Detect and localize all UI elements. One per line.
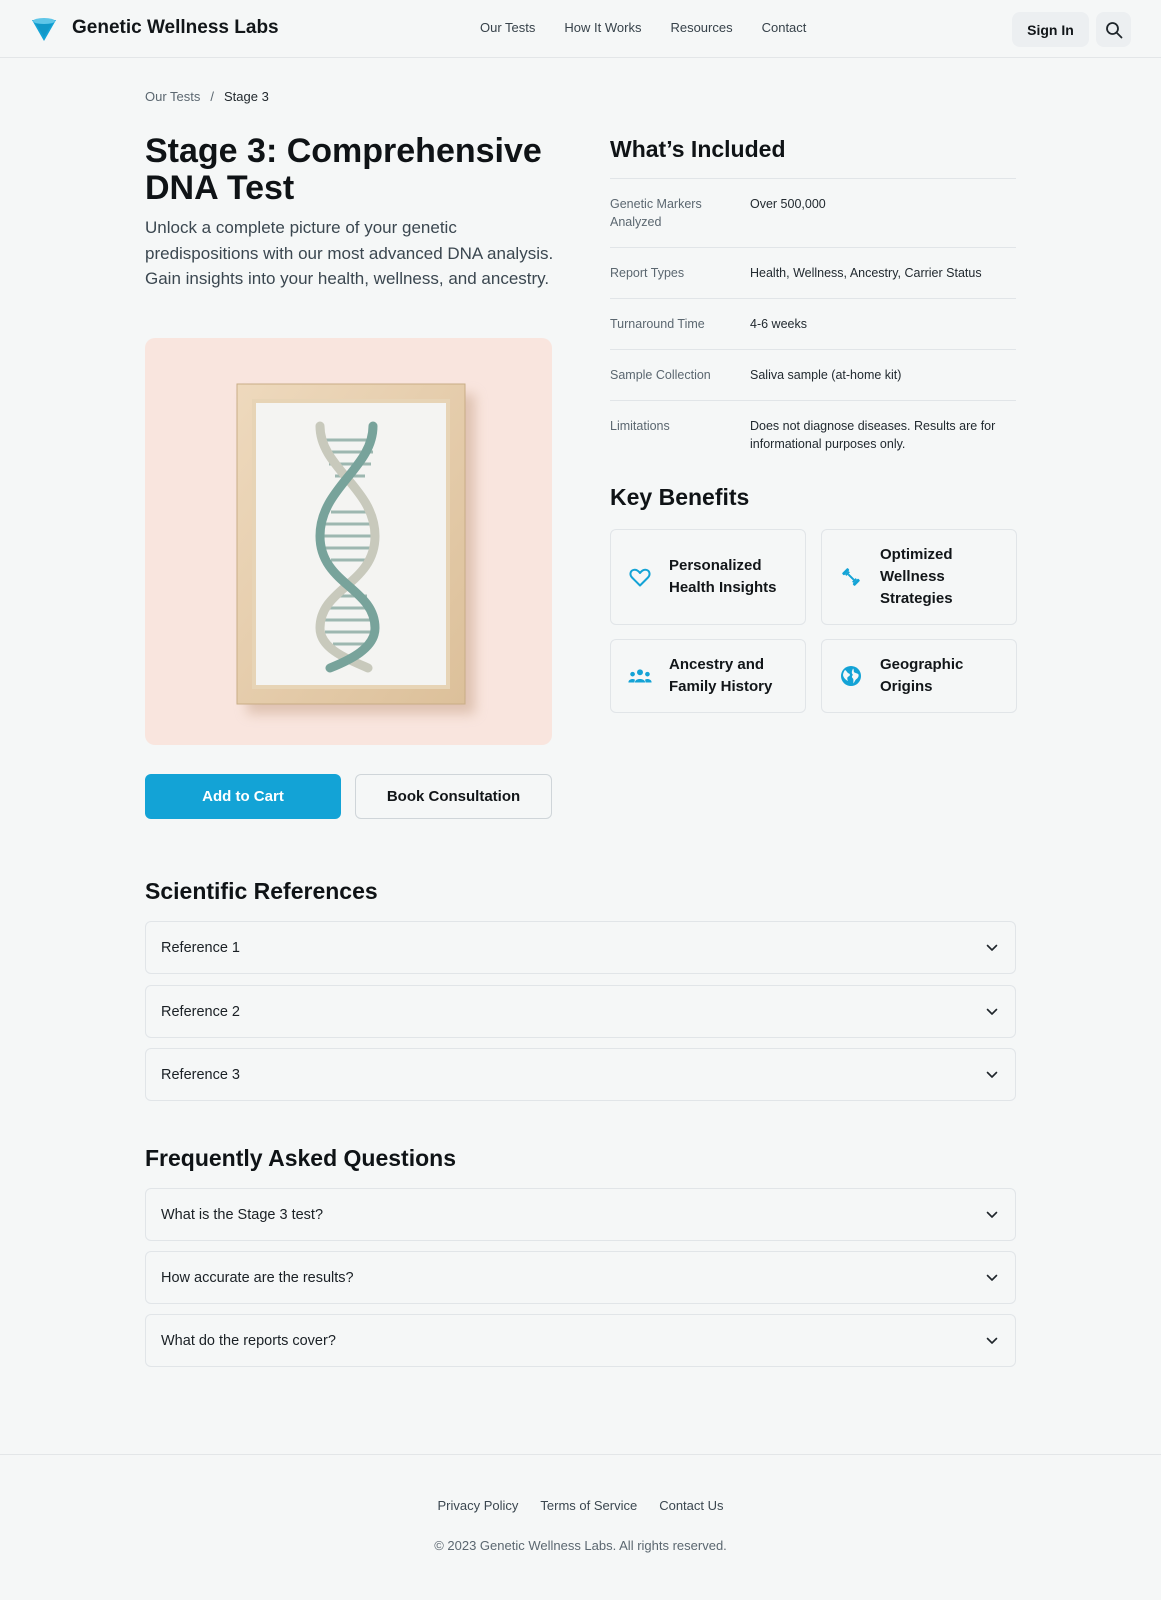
reference-accordion-2[interactable]: Reference 2 [145, 985, 1016, 1038]
benefit-card: Ancestry and Family History [610, 639, 806, 713]
faq-accordion-1[interactable]: What is the Stage 3 test? [145, 1188, 1016, 1241]
spec-table: Genetic Markers Analyzed Over 500,000 Re… [610, 178, 1016, 469]
heart-icon [627, 564, 653, 590]
breadcrumb-separator: / [210, 89, 215, 104]
chevron-down-icon [985, 1334, 999, 1348]
sign-in-button[interactable]: Sign In [1012, 12, 1089, 47]
benefit-label: Personalized Health Insights [669, 557, 777, 596]
page-title: Stage 3: Comprehensive DNA Test [145, 132, 542, 207]
benefit-label: Ancestry and Family History [669, 656, 773, 695]
accordion-label: Reference 2 [161, 1003, 240, 1020]
chevron-down-icon [985, 1271, 999, 1285]
globe-icon [838, 663, 864, 689]
framed-dna-illustration [236, 383, 475, 714]
search-icon [1105, 21, 1122, 38]
accordion-label: How accurate are the results? [161, 1269, 354, 1286]
accordion-label: What is the Stage 3 test? [161, 1206, 324, 1223]
chevron-down-icon [985, 1208, 999, 1222]
faq-accordion-3[interactable]: What do the reports cover? [145, 1314, 1016, 1367]
nav-our-tests[interactable]: Our Tests [480, 20, 535, 35]
reference-accordion-1[interactable]: Reference 1 [145, 921, 1016, 974]
benefit-card: Optimized Wellness Strategies [821, 529, 1017, 625]
people-icon [627, 663, 653, 689]
spec-value: 4-6 weeks [750, 317, 807, 331]
search-button[interactable] [1096, 12, 1131, 47]
reference-accordion-3[interactable]: Reference 3 [145, 1048, 1016, 1101]
references-heading: Scientific References [145, 878, 378, 904]
breadcrumb-current: Stage 3 [224, 89, 269, 104]
site-header: Genetic Wellness Labs Our Tests How It W… [0, 0, 1161, 58]
spec-row: Report Types Health, Wellness, Ancestry,… [610, 247, 1016, 298]
product-description: Unlock a complete picture of your geneti… [145, 218, 554, 288]
nav-contact[interactable]: Contact [762, 20, 807, 35]
accordion-label: What do the reports cover? [161, 1332, 336, 1349]
benefit-card: Personalized Health Insights [610, 529, 806, 625]
dumbbell-icon [838, 564, 864, 590]
footer-contact-link[interactable]: Contact Us [659, 1498, 723, 1513]
spec-row: Limitations Does not diagnose diseases. … [610, 400, 1016, 469]
accordion-label: Reference 1 [161, 939, 240, 956]
spec-label: Genetic Markers Analyzed [610, 197, 702, 229]
accordion-label: Reference 3 [161, 1066, 240, 1083]
whats-included-heading: What’s Included [610, 136, 786, 162]
footer-terms-link[interactable]: Terms of Service [540, 1498, 637, 1513]
chevron-down-icon [985, 1005, 999, 1019]
nav-how-it-works[interactable]: How It Works [564, 20, 641, 35]
add-to-cart-button[interactable]: Add to Cart [145, 774, 341, 819]
footer-privacy-link[interactable]: Privacy Policy [437, 1498, 518, 1513]
faq-accordion-2[interactable]: How accurate are the results? [145, 1251, 1016, 1304]
spec-label: Report Types [610, 266, 685, 280]
benefit-label: Optimized Wellness Strategies [880, 546, 953, 607]
chevron-down-icon [985, 1068, 999, 1082]
book-consultation-button[interactable]: Book Consultation [355, 774, 552, 819]
footer-links: Privacy Policy Terms of Service Contact … [0, 1498, 1161, 1513]
breadcrumb: Our Tests / Stage 3 [145, 89, 269, 104]
spec-value: Saliva sample (at-home kit) [750, 368, 902, 382]
product-image [145, 338, 552, 745]
spec-row: Sample Collection Saliva sample (at-home… [610, 349, 1016, 400]
spec-row: Turnaround Time 4-6 weeks [610, 298, 1016, 349]
benefit-card: Geographic Origins [821, 639, 1017, 713]
spec-label: Sample Collection [610, 368, 711, 382]
spec-value: Does not diagnose diseases. Results are … [750, 419, 996, 451]
footer-divider [0, 1454, 1161, 1455]
brand-name[interactable]: Genetic Wellness Labs [72, 17, 279, 39]
chevron-down-icon [985, 941, 999, 955]
main-nav: Our Tests How It Works Resources Contact [480, 20, 806, 35]
benefit-label: Geographic Origins [880, 656, 964, 695]
breadcrumb-our-tests[interactable]: Our Tests [145, 89, 200, 104]
faq-heading: Frequently Asked Questions [145, 1145, 456, 1171]
nav-resources[interactable]: Resources [670, 20, 732, 35]
key-benefits-heading: Key Benefits [610, 484, 750, 510]
spec-label: Limitations [610, 419, 670, 433]
copyright: © 2023 Genetic Wellness Labs. All rights… [434, 1538, 727, 1553]
logo-icon[interactable] [30, 15, 58, 43]
spec-row: Genetic Markers Analyzed Over 500,000 [610, 178, 1016, 247]
spec-label: Turnaround Time [610, 317, 705, 331]
spec-value: Over 500,000 [750, 197, 826, 211]
spec-value: Health, Wellness, Ancestry, Carrier Stat… [750, 266, 982, 280]
